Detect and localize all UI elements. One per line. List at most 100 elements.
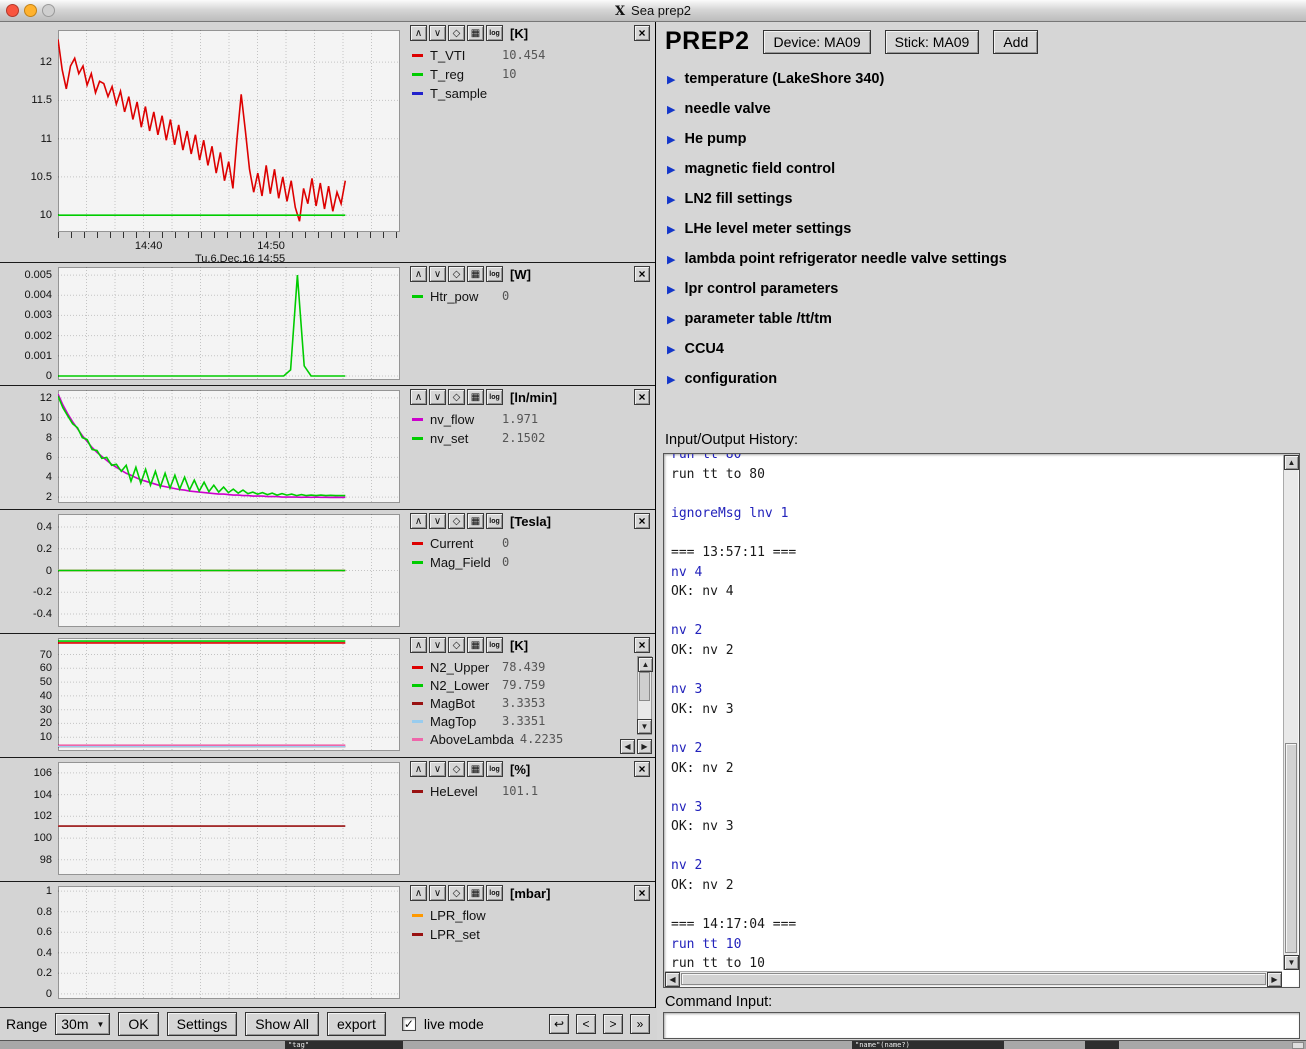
plot-area[interactable] (58, 762, 400, 875)
device-button[interactable]: Device: MA09 (763, 30, 870, 54)
settings-button[interactable]: Settings (167, 1012, 238, 1036)
console-vertical-scrollbar[interactable]: ▲ ▼ (1283, 455, 1298, 970)
plot-area[interactable] (58, 514, 400, 627)
scroll-up-button[interactable]: ∧ (410, 25, 427, 41)
legend-series-row[interactable]: AboveLambda4.2235 (412, 730, 563, 748)
scroll-up-icon[interactable]: ▲ (1284, 455, 1299, 470)
plot-area[interactable] (58, 30, 400, 232)
stick-button[interactable]: Stick: MA09 (885, 30, 980, 54)
scroll-up-button[interactable]: ∧ (410, 266, 427, 282)
range-select[interactable]: 30m ▼ (55, 1013, 110, 1035)
close-plot-icon[interactable]: × (634, 25, 650, 41)
plot-area[interactable] (58, 390, 400, 503)
legend-series-row[interactable]: nv_set2.1502 (412, 429, 545, 447)
options-button[interactable]: ▦ (467, 885, 484, 901)
scroll-up-button[interactable]: ∧ (410, 885, 427, 901)
legend-series-row[interactable]: T_VTI10.454 (412, 46, 545, 64)
options-button[interactable]: ▦ (467, 513, 484, 529)
legend-series-row[interactable]: nv_flow1.971 (412, 410, 538, 428)
scrollbar-thumb[interactable] (1285, 743, 1297, 953)
legend-series-row[interactable]: N2_Upper78.439 (412, 658, 545, 676)
log-scale-button[interactable]: log (486, 885, 503, 901)
scroll-up-icon[interactable]: ▲ (638, 657, 653, 672)
tree-item-3[interactable]: ▶He pump (667, 124, 1298, 154)
tree-item-4[interactable]: ▶magnetic field control (667, 154, 1298, 184)
scroll-down-button[interactable]: ∨ (429, 25, 446, 41)
ok-button[interactable]: OK (118, 1012, 158, 1036)
tree-item-8[interactable]: ▶lpr control parameters (667, 274, 1298, 304)
close-plot-icon[interactable]: × (634, 885, 650, 901)
rescale-button[interactable]: ◇ (448, 885, 465, 901)
scroll-down-button[interactable]: ∨ (429, 761, 446, 777)
plot-area[interactable] (58, 638, 400, 751)
scroll-down-button[interactable]: ∨ (429, 637, 446, 653)
legend-vertical-scrollbar[interactable]: ▲▼ (637, 656, 652, 735)
scroll-up-button[interactable]: ∧ (410, 761, 427, 777)
log-scale-button[interactable]: log (486, 25, 503, 41)
log-scale-button[interactable]: log (486, 637, 503, 653)
io-history-console[interactable]: run tt 80run tt to 80 ignoreMsg lnv 1 ==… (663, 453, 1300, 988)
rescale-button[interactable]: ◇ (448, 761, 465, 777)
scroll-right-icon[interactable]: ▶ (1267, 972, 1282, 987)
close-plot-icon[interactable]: × (634, 513, 650, 529)
export-button[interactable]: export (327, 1012, 386, 1036)
step-forward-icon[interactable]: > (603, 1014, 623, 1034)
tree-item-1[interactable]: ▶temperature (LakeShore 340) (667, 64, 1298, 94)
legend-series-row[interactable]: T_reg10 (412, 65, 516, 83)
legend-series-row[interactable]: LPR_set (412, 925, 502, 943)
legend-series-row[interactable]: Current0 (412, 534, 509, 552)
live-mode-checkbox[interactable]: ✓ (402, 1017, 416, 1031)
log-scale-button[interactable]: log (486, 266, 503, 282)
tree-item-7[interactable]: ▶lambda point refrigerator needle valve … (667, 244, 1298, 274)
command-input[interactable] (663, 1012, 1300, 1039)
rescale-button[interactable]: ◇ (448, 637, 465, 653)
legend-series-row[interactable]: LPR_flow (412, 906, 502, 924)
rescale-button[interactable]: ◇ (448, 389, 465, 405)
close-plot-icon[interactable]: × (634, 637, 650, 653)
legend-series-row[interactable]: MagBot3.3353 (412, 694, 545, 712)
tree-item-6[interactable]: ▶LHe level meter settings (667, 214, 1298, 244)
tree-item-10[interactable]: ▶CCU4 (667, 334, 1298, 364)
titlebar[interactable]: XSea prep2 (0, 0, 1306, 22)
options-button[interactable]: ▦ (467, 761, 484, 777)
tree-item-2[interactable]: ▶needle valve (667, 94, 1298, 124)
close-plot-icon[interactable]: × (634, 761, 650, 777)
log-scale-button[interactable]: log (486, 761, 503, 777)
show-all-button[interactable]: Show All (245, 1012, 319, 1036)
legend-series-row[interactable]: MagTop3.3351 (412, 712, 545, 730)
tree-item-9[interactable]: ▶parameter table /tt/tm (667, 304, 1298, 334)
scrollbar-thumb[interactable] (681, 973, 1266, 985)
options-button[interactable]: ▦ (467, 25, 484, 41)
log-scale-button[interactable]: log (486, 389, 503, 405)
step-back-icon[interactable]: < (576, 1014, 596, 1034)
legend-series-row[interactable]: Htr_pow0 (412, 287, 509, 305)
scroll-down-button[interactable]: ∨ (429, 513, 446, 529)
scroll-down-icon[interactable]: ▼ (637, 719, 652, 734)
jump-to-end-icon[interactable]: » (630, 1014, 650, 1034)
rescale-button[interactable]: ◇ (448, 266, 465, 282)
add-button[interactable]: Add (993, 30, 1038, 54)
legend-series-row[interactable]: HeLevel101.1 (412, 782, 538, 800)
scroll-up-button[interactable]: ∧ (410, 389, 427, 405)
scroll-down-icon[interactable]: ▼ (1284, 955, 1299, 970)
options-button[interactable]: ▦ (467, 637, 484, 653)
options-button[interactable]: ▦ (467, 389, 484, 405)
scroll-left-icon[interactable]: ◀ (665, 972, 680, 987)
scroll-down-button[interactable]: ∨ (429, 266, 446, 282)
close-plot-icon[interactable]: × (634, 389, 650, 405)
scroll-right-icon[interactable]: ▶ (637, 739, 652, 754)
plot-area[interactable] (58, 267, 400, 380)
legend-series-row[interactable]: Mag_Field0 (412, 553, 509, 571)
scroll-down-button[interactable]: ∨ (429, 389, 446, 405)
scroll-down-button[interactable]: ∨ (429, 885, 446, 901)
scroll-up-button[interactable]: ∧ (410, 637, 427, 653)
resize-grip[interactable] (1292, 1042, 1304, 1049)
scroll-left-icon[interactable]: ◀ (620, 739, 635, 754)
tree-item-5[interactable]: ▶LN2 fill settings (667, 184, 1298, 214)
legend-series-row[interactable]: T_sample (412, 84, 502, 102)
rescale-button[interactable]: ◇ (448, 513, 465, 529)
refresh-icon[interactable]: ↩ (549, 1014, 569, 1034)
rescale-button[interactable]: ◇ (448, 25, 465, 41)
legend-horizontal-scroll-buttons[interactable]: ◀▶ (620, 739, 652, 754)
legend-series-row[interactable]: N2_Lower79.759 (412, 676, 545, 694)
